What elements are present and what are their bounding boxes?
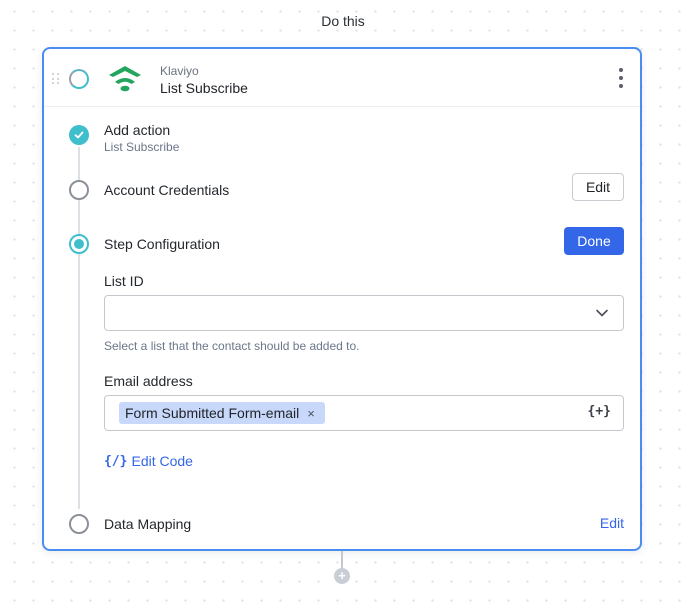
list-id-help: Select a list that the contact should be… xyxy=(104,339,360,353)
list-id-label: List ID xyxy=(104,273,144,289)
section-add-action-sublabel: List Subscribe xyxy=(104,140,180,154)
step-incomplete-icon xyxy=(69,180,89,200)
section-add-action[interactable]: Add action xyxy=(104,122,170,138)
connector-line xyxy=(341,551,343,569)
step-incomplete-icon xyxy=(69,514,89,534)
timeline-line xyxy=(78,147,80,509)
variable-token: Form Submitted Form-email × xyxy=(119,402,325,424)
edit-code-link[interactable]: {/} Edit Code xyxy=(104,453,193,469)
section-step-configuration[interactable]: Step Configuration xyxy=(104,236,220,252)
email-label: Email address xyxy=(104,373,193,389)
action-card[interactable]: Klaviyo List Subscribe Add action List S… xyxy=(42,47,642,551)
insert-variable-icon[interactable]: {+} xyxy=(588,404,611,419)
edit-data-mapping-link[interactable]: Edit xyxy=(600,515,624,531)
step-active-icon xyxy=(69,234,89,254)
list-id-select[interactable] xyxy=(104,295,624,331)
done-button[interactable]: Done xyxy=(564,227,624,255)
code-icon: {/} xyxy=(104,453,128,469)
card-header: Klaviyo List Subscribe xyxy=(44,49,640,107)
close-icon[interactable]: × xyxy=(307,406,315,421)
step-complete-icon xyxy=(69,125,89,145)
step-title: Do this xyxy=(321,13,365,29)
app-name: Klaviyo xyxy=(160,64,199,78)
more-vertical-icon[interactable] xyxy=(616,68,626,88)
edit-code-label: Edit Code xyxy=(131,453,193,469)
klaviyo-logo-icon xyxy=(109,66,141,92)
status-ring-icon xyxy=(69,69,89,89)
email-field[interactable]: Form Submitted Form-email × {+} xyxy=(104,395,624,431)
edit-credentials-button[interactable]: Edit xyxy=(572,173,624,201)
action-name: List Subscribe xyxy=(160,80,248,96)
chevron-down-icon xyxy=(596,309,608,317)
drag-handle-icon[interactable] xyxy=(52,73,60,85)
add-step-icon[interactable]: + xyxy=(334,568,350,584)
token-label: Form Submitted Form-email xyxy=(125,405,300,421)
section-data-mapping[interactable]: Data Mapping xyxy=(104,516,191,532)
section-account-credentials[interactable]: Account Credentials xyxy=(104,182,229,198)
